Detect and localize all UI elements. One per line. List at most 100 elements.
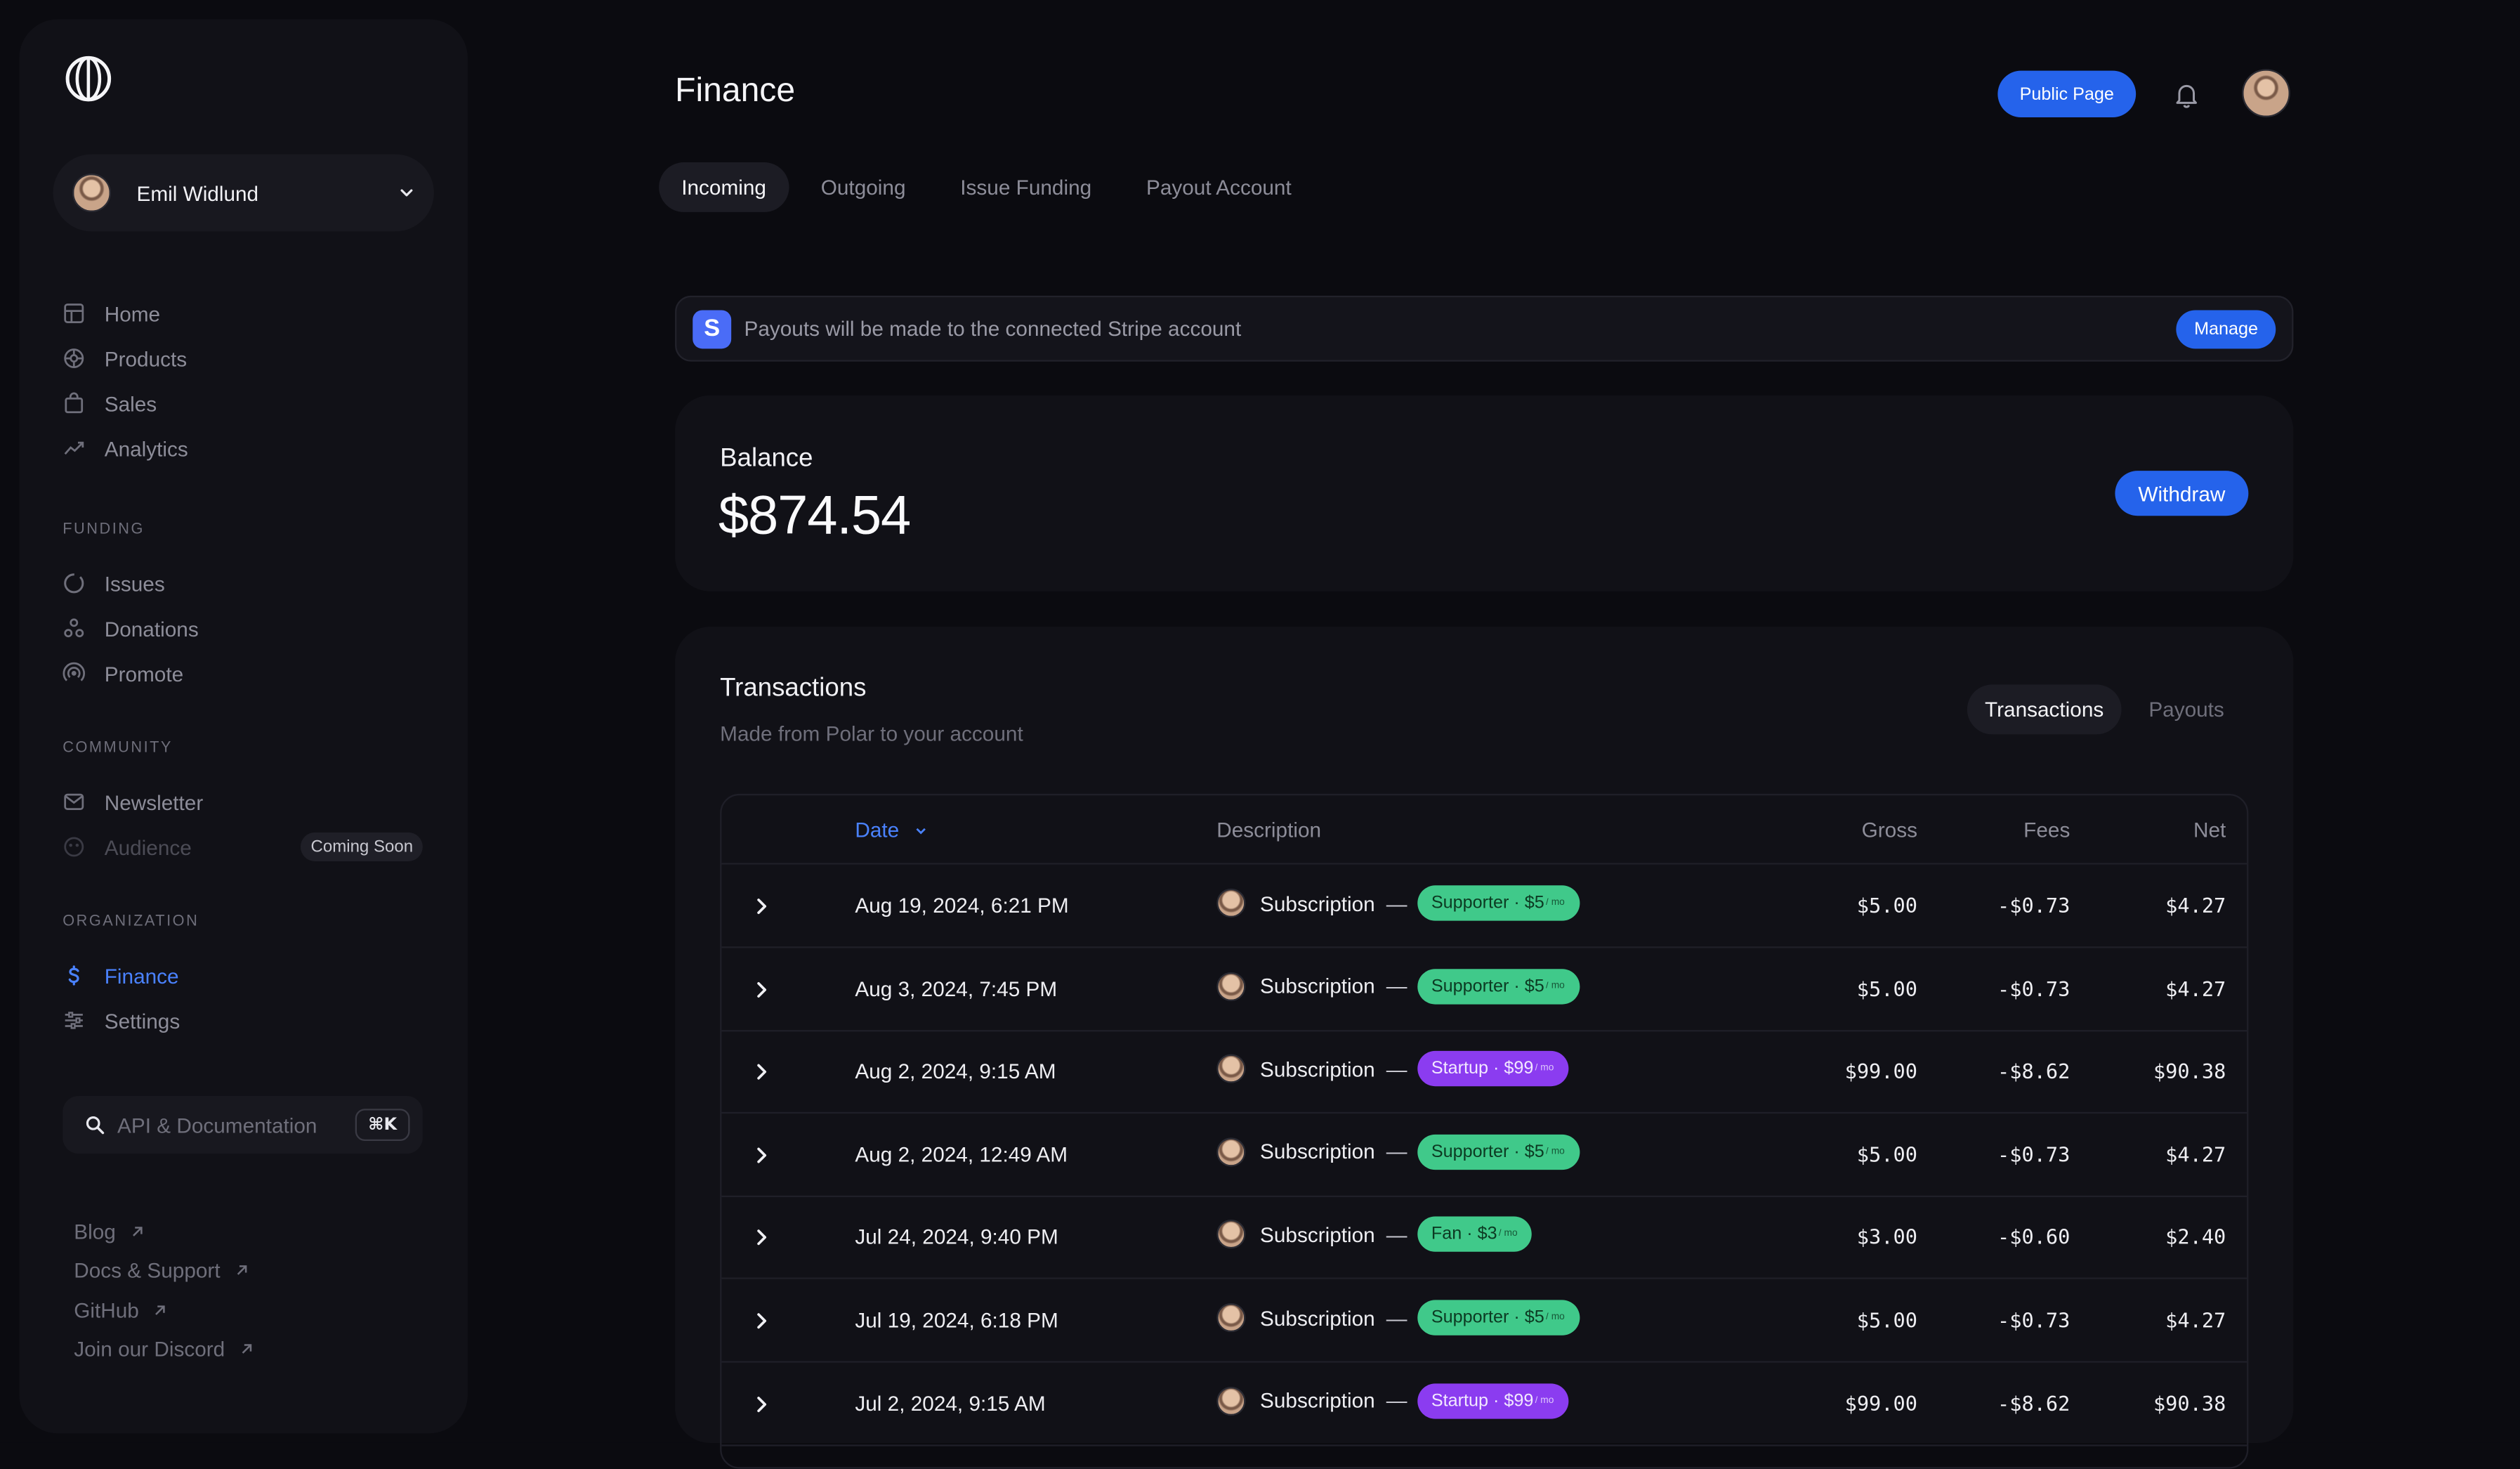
tab-incoming[interactable]: Incoming	[659, 162, 789, 212]
sidebar-item-label: Sales	[104, 391, 157, 416]
table-row[interactable]: Jul 19, 2024, 6:18 PM Subscription — Suppor…	[721, 1279, 2247, 1363]
row-fees: -$0.60	[1997, 1225, 2071, 1250]
transactions-table: Date Description Gross Fees Net Aug 19, …	[720, 793, 2249, 1469]
issues-icon	[64, 573, 84, 594]
tier-period: / mo	[1535, 1064, 1554, 1074]
tier-badge: Startup · $99/ mo	[1417, 1051, 1568, 1087]
docs-search-input[interactable]: API & Documentation ⌘K	[63, 1095, 423, 1154]
table-row[interactable]: Aug 3, 2024, 7:45 PM Subscription — Support…	[721, 948, 2247, 1031]
table-row[interactable]: Aug 2, 2024, 9:15 AM Subscription — Startup…	[721, 1031, 2247, 1114]
tab-payout-account[interactable]: Payout Account	[1124, 162, 1314, 212]
dollar-icon	[68, 965, 79, 986]
withdraw-button[interactable]: Withdraw	[2115, 471, 2249, 516]
chevron-right-icon[interactable]	[756, 1311, 768, 1330]
tier-period: / mo	[1546, 898, 1565, 908]
sidebar: Emil Widlund Home Products Sales Analyti…	[19, 19, 468, 1434]
row-fees: -$0.73	[1997, 893, 2071, 918]
app-root: Emil Widlund Home Products Sales Analyti…	[0, 0, 2520, 1469]
link-discord[interactable]: Join our Discord	[74, 1330, 254, 1369]
segment-transactions[interactable]: Transactions	[1967, 684, 2122, 735]
finance-tabs: Incoming Outgoing Issue Funding Payout A…	[659, 162, 1323, 212]
transactions-subtitle: Made from Polar to your account	[720, 721, 1023, 746]
balance-value: $874.54	[718, 485, 911, 547]
chevron-right-icon[interactable]	[756, 979, 768, 998]
table-row[interactable]: Jul 2, 2024, 9:15 AM Subscription — Startup…	[721, 1362, 2247, 1446]
tier-period: / mo	[1498, 1229, 1518, 1240]
table-row[interactable]: Aug 2, 2024, 12:49 AM Subscription — Suppor…	[721, 1114, 2247, 1197]
home-icon	[64, 303, 84, 323]
column-date[interactable]: Date	[855, 818, 928, 842]
sidebar-item-donations[interactable]: Donations	[63, 606, 199, 651]
row-net: $2.40	[2165, 1225, 2226, 1250]
avatar	[1216, 1054, 1246, 1084]
tier-label: Supporter · $5	[1431, 893, 1544, 913]
chevron-right-icon[interactable]	[756, 896, 768, 915]
sort-chevron-icon	[917, 827, 926, 834]
segment-payouts[interactable]: Payouts	[2131, 684, 2242, 734]
row-gross: $5.00	[1856, 976, 1917, 1001]
row-net: $4.27	[2165, 893, 2226, 918]
row-gross: $5.00	[1856, 893, 1917, 918]
chevron-down-icon	[400, 189, 413, 197]
separator-dash: —	[1386, 1388, 1407, 1413]
sidebar-item-finance[interactable]: Finance	[63, 953, 199, 998]
avatar	[1216, 1220, 1246, 1250]
table-row[interactable]: Aug 19, 2024, 6:21 PM Subscription — Suppor…	[721, 865, 2247, 948]
link-label: Blog	[74, 1219, 116, 1243]
manage-button[interactable]: Manage	[2176, 309, 2276, 348]
table-row[interactable]: Jul 24, 2024, 9:40 PM Subscription — Fan · …	[721, 1196, 2247, 1280]
sidebar-item-products[interactable]: Products	[63, 336, 188, 381]
link-docs-support[interactable]: Docs & Support	[74, 1251, 254, 1291]
public-page-button[interactable]: Public Page	[1997, 70, 2137, 117]
chevron-right-icon[interactable]	[756, 1394, 768, 1413]
donations-icon	[64, 618, 84, 638]
external-link-icon	[133, 1226, 143, 1236]
tab-outgoing[interactable]: Outgoing	[799, 162, 928, 212]
sidebar-item-settings[interactable]: Settings	[63, 998, 199, 1043]
tier-label: Supporter · $5	[1431, 976, 1544, 996]
section-label-funding: FUNDING	[63, 519, 145, 538]
row-fees: -$8.62	[1997, 1059, 2071, 1084]
row-gross: $99.00	[1844, 1059, 1917, 1084]
user-avatar[interactable]	[2242, 69, 2290, 117]
broadcast-icon	[63, 662, 86, 681]
row-description: Subscription — Supporter · $5/ mo	[1216, 885, 1580, 921]
row-net: $4.27	[2165, 1142, 2226, 1167]
sidebar-item-analytics[interactable]: Analytics	[63, 426, 188, 471]
tab-issue-funding[interactable]: Issue Funding	[938, 162, 1114, 212]
bell-icon[interactable]	[2173, 80, 2200, 109]
sidebar-item-home[interactable]: Home	[63, 291, 188, 336]
chevron-right-icon[interactable]	[756, 1145, 768, 1164]
sidebar-item-promote[interactable]: Promote	[63, 651, 198, 696]
row-date: Jul 24, 2024, 9:40 PM	[855, 1225, 1058, 1250]
avatar	[1216, 1303, 1246, 1333]
polar-logo-icon[interactable]	[65, 55, 113, 103]
tier-period: / mo	[1535, 1395, 1554, 1406]
section-label-community: COMMUNITY	[63, 738, 173, 757]
link-label: Docs & Support	[74, 1258, 221, 1283]
chevron-right-icon[interactable]	[756, 1228, 768, 1247]
tier-label: Supporter · $5	[1431, 1307, 1544, 1328]
tier-badge: Supporter · $5/ mo	[1417, 1134, 1580, 1170]
link-blog[interactable]: Blog	[74, 1212, 254, 1251]
sidebar-item-issues[interactable]: Issues	[63, 561, 198, 606]
sidebar-item-label: Donations	[104, 616, 199, 641]
tier-label: Startup · $99	[1431, 1059, 1534, 1079]
separator-dash: —	[1386, 891, 1407, 915]
shortcut-badge: ⌘K	[355, 1109, 410, 1141]
link-label: GitHub	[74, 1298, 139, 1322]
row-date: Jul 2, 2024, 9:15 AM	[855, 1390, 1046, 1416]
row-net: $4.27	[2165, 1307, 2226, 1333]
chevron-right-icon[interactable]	[756, 1062, 768, 1081]
link-github[interactable]: GitHub	[74, 1291, 254, 1330]
separator-dash: —	[1386, 974, 1407, 998]
sidebar-item-newsletter[interactable]: Newsletter	[63, 779, 423, 824]
sidebar-item-sales[interactable]: Sales	[63, 381, 188, 426]
row-net: $90.38	[2153, 1390, 2226, 1416]
row-description-label: Subscription	[1260, 1305, 1375, 1330]
row-description: Subscription — Supporter · $5/ mo	[1216, 968, 1580, 1004]
sidebar-item-label: Analytics	[104, 436, 188, 461]
account-switcher[interactable]: Emil Widlund	[53, 154, 434, 232]
sidebar-item-label: Settings	[104, 1008, 181, 1033]
tier-period: / mo	[1546, 981, 1565, 991]
